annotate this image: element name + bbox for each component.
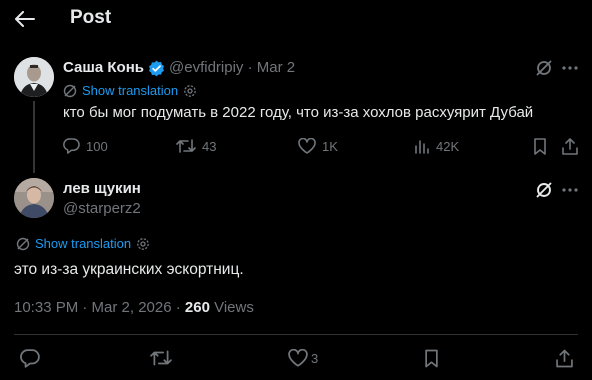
- reply-button[interactable]: [19, 347, 41, 369]
- grok-icon: [536, 60, 552, 76]
- like-icon: [298, 138, 316, 154]
- avatar[interactable]: [14, 178, 54, 218]
- repost-button[interactable]: 43: [176, 138, 216, 154]
- author-name[interactable]: Саша Конь: [63, 59, 144, 76]
- post-text: кто бы мог подумать в 2022 году, что из-…: [63, 104, 534, 121]
- post-timestamp[interactable]: 10:33 PM · Mar 2, 2026 ·: [14, 299, 185, 316]
- author-name[interactable]: лев щукин: [63, 180, 141, 197]
- more-icon: [562, 66, 578, 70]
- bookmark-button[interactable]: [530, 136, 550, 156]
- back-button[interactable]: [13, 8, 37, 30]
- views-count: 42K: [436, 138, 460, 154]
- repost-icon: [176, 139, 196, 153]
- more-button[interactable]: [559, 180, 581, 200]
- reply-count: 100: [86, 138, 108, 154]
- reply-icon: [20, 348, 40, 368]
- bookmark-icon: [534, 137, 546, 155]
- more-icon: [562, 188, 578, 192]
- show-translation-link[interactable]: Show translation: [63, 83, 197, 98]
- separator: ·: [247, 59, 253, 76]
- more-button[interactable]: [559, 58, 581, 78]
- views-count: 260: [184, 299, 210, 316]
- divider: [14, 334, 578, 335]
- views-icon: [415, 140, 429, 154]
- repost-count: 43: [202, 138, 217, 154]
- grok-icon: [536, 182, 552, 198]
- translate-icon: [16, 237, 30, 250]
- grok-button[interactable]: [533, 180, 555, 200]
- bookmark-icon: [424, 349, 438, 367]
- reply-icon: [63, 138, 80, 154]
- header-bar: Post: [0, 0, 592, 40]
- repost-button[interactable]: [149, 347, 173, 369]
- post-meta: 10:33 PM · Mar 2, 2026 · 260 Views: [14, 299, 254, 316]
- author-handle[interactable]: @starperz2: [63, 200, 141, 217]
- like-button[interactable]: 1K: [298, 138, 338, 154]
- back-arrow-icon: [15, 11, 35, 27]
- like-count: 3: [311, 350, 319, 366]
- verified-badge-icon: [149, 60, 164, 77]
- share-button[interactable]: [553, 347, 575, 369]
- translate-icon: [63, 84, 77, 97]
- show-translation-link[interactable]: Show translation: [16, 236, 150, 251]
- like-count: 1K: [322, 138, 338, 154]
- reply-button[interactable]: 100: [63, 138, 108, 154]
- handle-text: @evfidripiy: [169, 59, 244, 76]
- grok-button[interactable]: [533, 58, 555, 78]
- post-text: это из-за украинских эскортниц.: [14, 261, 244, 278]
- page-title: Post: [70, 7, 112, 28]
- gear-icon[interactable]: [136, 237, 150, 251]
- views-label: Views: [209, 299, 254, 316]
- avatar[interactable]: [14, 57, 54, 97]
- share-icon: [562, 137, 578, 155]
- like-icon: [288, 349, 308, 367]
- show-translation-label: Show translation: [35, 236, 132, 251]
- share-icon: [555, 349, 573, 367]
- views-button[interactable]: 42K: [414, 138, 459, 154]
- like-button[interactable]: 3: [288, 349, 318, 367]
- show-translation-label: Show translation: [82, 83, 179, 98]
- bookmark-button[interactable]: [420, 347, 442, 369]
- post-date[interactable]: Mar 2: [257, 59, 295, 76]
- thread-line: [33, 101, 35, 173]
- repost-icon: [150, 350, 172, 366]
- gear-icon[interactable]: [183, 84, 197, 98]
- author-handle[interactable]: @evfidripiy · Mar 2: [169, 59, 295, 76]
- share-button[interactable]: [560, 136, 580, 156]
